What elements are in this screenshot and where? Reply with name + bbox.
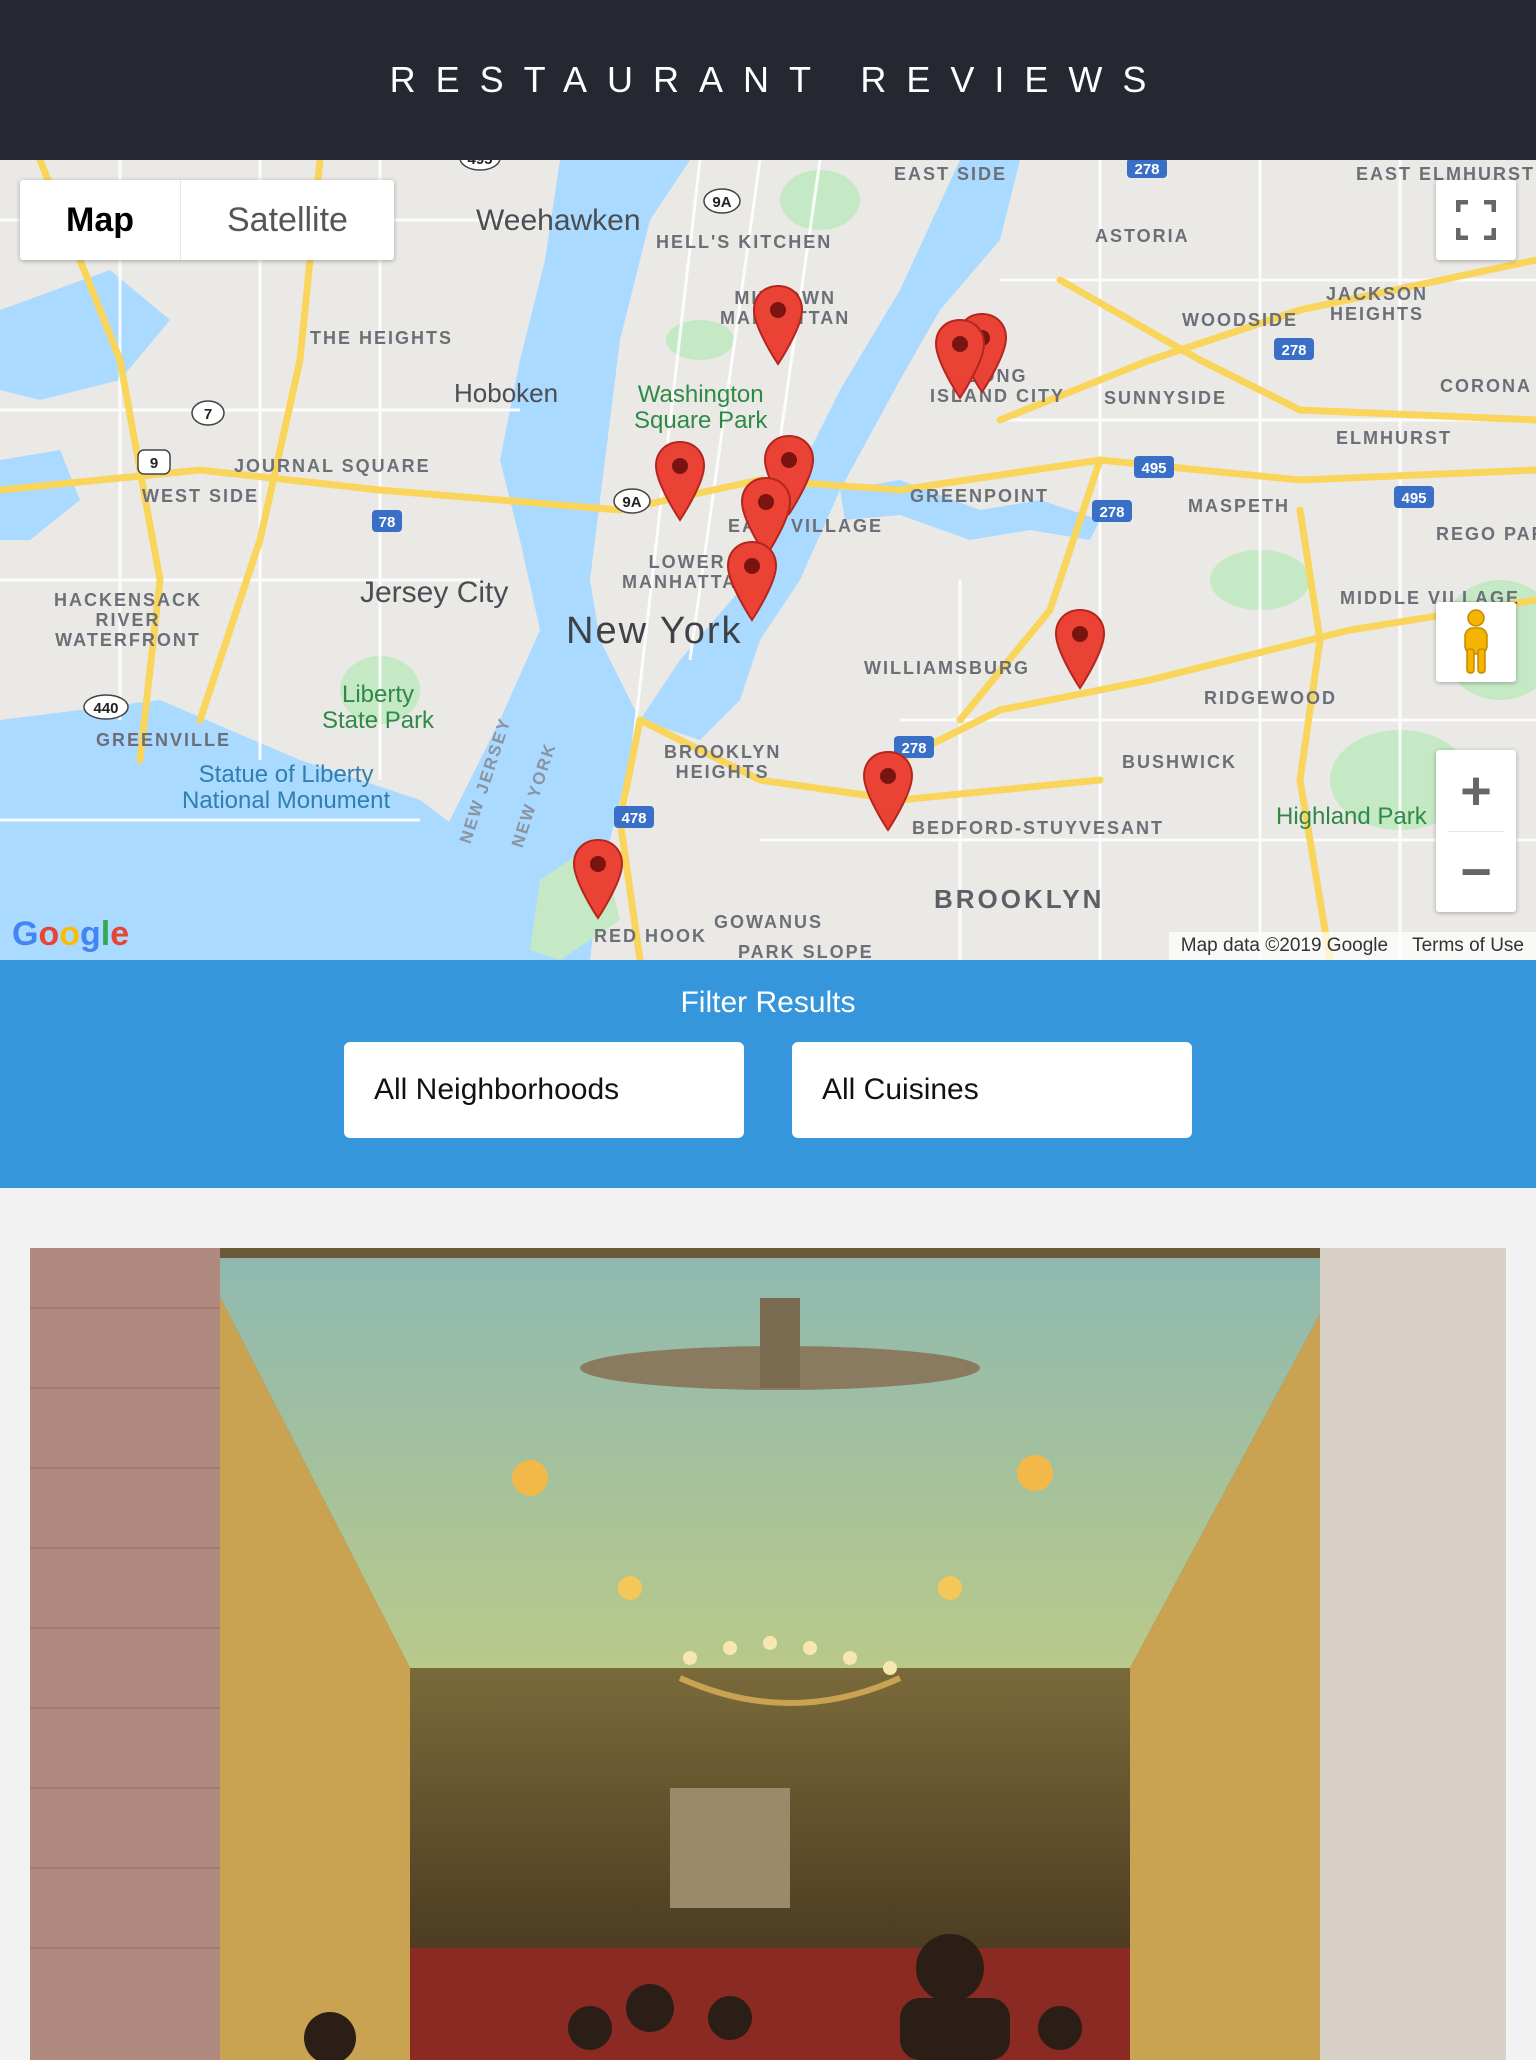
restaurant-photo[interactable] [30,1248,1506,2060]
svg-text:9: 9 [150,455,158,472]
map-pin-icon [862,750,914,832]
svg-text:478: 478 [621,810,646,827]
restaurant-marker[interactable] [726,540,778,622]
logo-letter: l [100,915,111,953]
map-type-control: Map Satellite [20,180,394,260]
route-shield-icon: 9 [137,449,171,475]
pegman-icon [1464,609,1488,674]
restaurant-interior-image [30,1248,1506,2060]
route-shield-icon: 9A [613,488,651,514]
interstate-shield-icon: 495 [1394,486,1434,508]
restaurant-marker[interactable] [654,440,706,522]
google-logo[interactable]: Google [12,915,129,954]
restaurant-marker[interactable] [934,318,986,400]
route-shield-icon: 7 [191,400,225,426]
zoom-out-button[interactable]: − [1436,832,1516,912]
map-attribution: Map data ©2019 Google Terms of Use [1168,932,1536,960]
svg-text:495: 495 [467,160,492,168]
terms-of-use-link[interactable]: Terms of Use [1412,935,1524,957]
logo-letter: o [59,915,81,953]
map-pin-icon [572,838,624,920]
route-shield-icon: 9A [703,188,741,214]
fullscreen-button[interactable] [1436,180,1516,260]
svg-text:278: 278 [1099,504,1124,521]
app-header: RESTAURANT REVIEWS [0,0,1536,160]
filter-title: Filter Results [680,986,856,1019]
logo-letter: G [12,915,39,953]
interstate-shield-icon: 278 [1092,500,1132,522]
map-pin-icon [1054,608,1106,690]
map-pin-icon [726,540,778,622]
route-shield-icon: 440 [83,694,129,720]
fullscreen-icon [1456,200,1496,240]
street-view-button[interactable] [1436,602,1516,682]
logo-letter: g [80,915,101,953]
page-title: RESTAURANT REVIEWS [389,59,1167,100]
zoom-control: + − [1436,750,1516,912]
svg-text:278: 278 [1281,342,1306,359]
map-type-satellite-button[interactable]: Satellite [181,180,394,260]
svg-text:78: 78 [379,514,396,531]
logo-letter: e [110,915,130,953]
restaurant-marker[interactable] [862,750,914,832]
map-pin-icon [654,440,706,522]
svg-text:495: 495 [1141,460,1166,477]
map-data-credit: Map data ©2019 Google [1180,935,1389,956]
svg-text:9A: 9A [622,494,641,511]
filter-bar: Filter Results All Neighborhoods All Cui… [0,960,1536,1188]
svg-text:7: 7 [204,406,212,423]
interstate-shield-icon: 278 [1274,338,1314,360]
cuisine-select[interactable]: All Cuisines [792,1042,1192,1138]
route-shield-icon: 495 [459,160,501,171]
zoom-in-button[interactable]: + [1436,751,1516,831]
restaurant-marker[interactable] [572,838,624,920]
map-type-map-button[interactable]: Map [20,180,180,260]
map-pin-icon [934,318,986,400]
map[interactable]: Weehawken HELL'S KITCHEN ASTORIA EAST EL… [0,160,1536,960]
svg-text:278: 278 [1134,161,1159,178]
svg-text:9A: 9A [712,194,731,211]
interstate-shield-icon: 278 [1127,160,1167,178]
interstate-shield-icon: 478 [614,806,654,828]
neighborhood-select[interactable]: All Neighborhoods [344,1042,744,1138]
restaurant-marker[interactable] [1054,608,1106,690]
interstate-shield-icon: 78 [372,510,402,532]
restaurant-marker[interactable] [752,284,804,366]
svg-text:495: 495 [1401,490,1426,507]
interstate-shield-icon: 495 [1134,456,1174,478]
map-pin-icon [752,284,804,366]
svg-text:440: 440 [93,700,118,717]
logo-letter: o [38,915,60,953]
restaurant-list [0,1188,1536,2060]
